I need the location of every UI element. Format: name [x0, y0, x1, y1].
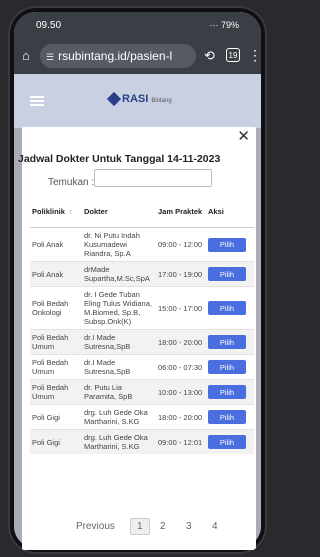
status-signal: ··· 79%: [209, 20, 239, 30]
phone-frame: 09.50 ··· 79% ⌂ ☰ rsubintang.id/pasien-l …: [8, 6, 267, 554]
cell-dokter: drMade Supartha,M.Sc,SpA: [82, 261, 156, 287]
tabs-count-button[interactable]: 19: [226, 48, 240, 62]
modal-title: Jadwal Dokter Untuk Tanggal 14-11-2023: [18, 153, 221, 165]
table-header-row: Poliklinik ↑ Dokter Jam Praktek Aksi: [30, 195, 254, 228]
cell-jam-praktek: 18:00 - 20:00: [156, 329, 206, 355]
cell-dokter: drg. Luh Gede Oka Martharini, S.KG: [82, 404, 156, 430]
cell-aksi: Pilih: [206, 379, 254, 405]
site-info-icon[interactable]: ☰: [46, 52, 54, 62]
cell-dokter: dr. I Gede Tuban Eling Tulus Widiana, M.…: [82, 286, 156, 330]
cell-poliklinik: Poli Bedah Umum: [30, 379, 82, 405]
logo-sub: Bintang: [151, 98, 172, 104]
pilih-button[interactable]: Pilih: [208, 267, 246, 281]
share-icon[interactable]: ⟲: [204, 48, 215, 64]
schedule-modal: ✕ Jadwal Dokter Untuk Tanggal 14-11-2023…: [18, 127, 256, 550]
pilih-button[interactable]: Pilih: [208, 410, 246, 424]
table-row: Poli Bedah Umum dr.I Made Sutresna,SpB 06:…: [30, 354, 254, 380]
col-aksi: Aksi: [206, 195, 254, 228]
table-row: Poli Bedah Umum dr.I Made Sutresna,SpB 18:…: [30, 329, 254, 355]
cell-aksi: Pilih: [206, 404, 254, 430]
cell-poliklinik: Poli Bedah Onkologi: [30, 286, 82, 330]
col-poliklinik[interactable]: Poliklinik ↑: [30, 195, 82, 228]
table-row: Poli Anak dr. Ni Putu Indah Kusumadewi Ri…: [30, 227, 254, 262]
pagination: Previous 1 2 3 4: [30, 515, 254, 545]
cell-aksi: Pilih: [206, 286, 254, 330]
pilih-button[interactable]: Pilih: [208, 301, 246, 315]
col-jam-praktek[interactable]: Jam Praktek: [156, 195, 206, 228]
cell-jam-praktek: 10:00 - 13:00: [156, 379, 206, 405]
pagination-page-3[interactable]: 3: [186, 521, 192, 532]
pagination-page-2[interactable]: 2: [160, 521, 166, 532]
cell-dokter: drg. Luh Gede Oka Martharini, S.KG: [82, 429, 156, 454]
col-dokter[interactable]: Dokter: [82, 195, 156, 228]
cell-poliklinik: Poli Bedah Umum: [30, 354, 82, 380]
schedule-table: Poliklinik ↑ Dokter Jam Praktek Aksi Poli…: [30, 195, 254, 454]
cell-poliklinik: Poli Gigi: [30, 404, 82, 430]
close-icon[interactable]: ✕: [237, 127, 250, 145]
menu-icon[interactable]: ⋮: [248, 47, 261, 64]
pagination-previous[interactable]: Previous: [76, 521, 115, 532]
table-row: Poli Gigi drg. Luh Gede Oka Martharini, S…: [30, 429, 254, 454]
pilih-button[interactable]: Pilih: [208, 360, 246, 374]
hamburger-icon[interactable]: [30, 96, 44, 106]
logo-mark-icon: [106, 92, 122, 107]
cell-aksi: Pilih: [206, 429, 254, 454]
cell-jam-praktek: 17:00 - 19:00: [156, 261, 206, 287]
table-row: Poli Bedah Umum dr. Putu Lia Paramita, Sp…: [30, 379, 254, 405]
cell-poliklinik: Poli Anak: [30, 227, 82, 262]
pilih-button[interactable]: Pilih: [208, 435, 246, 449]
cell-aksi: Pilih: [206, 261, 254, 287]
search-input[interactable]: [94, 169, 212, 187]
cell-dokter: dr. Ni Putu Indah Kusumadewi Riandra, Sp…: [82, 227, 156, 262]
browser-toolbar: ⌂ ☰ rsubintang.id/pasien-l ⟲ 19 ⋮: [14, 38, 261, 74]
cell-poliklinik: Poli Bedah Umum: [30, 329, 82, 355]
search-label: Temukan :: [48, 177, 95, 188]
url-text: rsubintang.id/pasien-l: [58, 49, 173, 63]
logo-text: RASI: [122, 93, 149, 105]
pilih-button[interactable]: Pilih: [208, 237, 246, 252]
cell-jam-praktek: 09:00 - 12:00: [156, 227, 206, 262]
pilih-button[interactable]: Pilih: [208, 335, 246, 349]
cell-poliklinik: Poli Anak: [30, 261, 82, 287]
cell-aksi: Pilih: [206, 329, 254, 355]
table-row: Poli Bedah Onkologi dr. I Gede Tuban Elin…: [30, 286, 254, 330]
cell-dokter: dr.I Made Sutresna,SpB: [82, 354, 156, 380]
cell-jam-praktek: 06:00 - 07:30: [156, 354, 206, 380]
cell-aksi: Pilih: [206, 354, 254, 380]
cell-dokter: dr.I Made Sutresna,SpB: [82, 329, 156, 355]
pagination-page-1[interactable]: 1: [130, 518, 150, 535]
home-icon[interactable]: ⌂: [22, 48, 30, 63]
table-row: Poli Anak drMade Supartha,M.Sc,SpA 17:00 -…: [30, 261, 254, 287]
cell-dokter: dr. Putu Lia Paramita, SpB: [82, 379, 156, 405]
table-row: Poli Gigi drg. Luh Gede Oka Martharini, S…: [30, 404, 254, 430]
site-logo[interactable]: RASI Bintang: [106, 92, 172, 107]
url-bar[interactable]: ☰ rsubintang.id/pasien-l: [40, 44, 196, 68]
site-header: RASI Bintang: [14, 74, 261, 128]
cell-jam-praktek: 18:00 - 20:00: [156, 404, 206, 430]
cell-jam-praktek: 15:00 - 17:00: [156, 286, 206, 330]
pilih-button[interactable]: Pilih: [208, 385, 246, 399]
col-poliklinik-label: Poliklinik: [32, 206, 65, 216]
pagination-page-4[interactable]: 4: [212, 521, 218, 532]
cell-aksi: Pilih: [206, 227, 254, 262]
status-time: 09.50: [36, 20, 62, 31]
status-bar: 09.50 ··· 79%: [14, 12, 261, 38]
cell-poliklinik: Poli Gigi: [30, 429, 82, 454]
sort-icon: ↑: [68, 208, 73, 216]
cell-jam-praktek: 09:00 - 12:01: [156, 429, 206, 454]
